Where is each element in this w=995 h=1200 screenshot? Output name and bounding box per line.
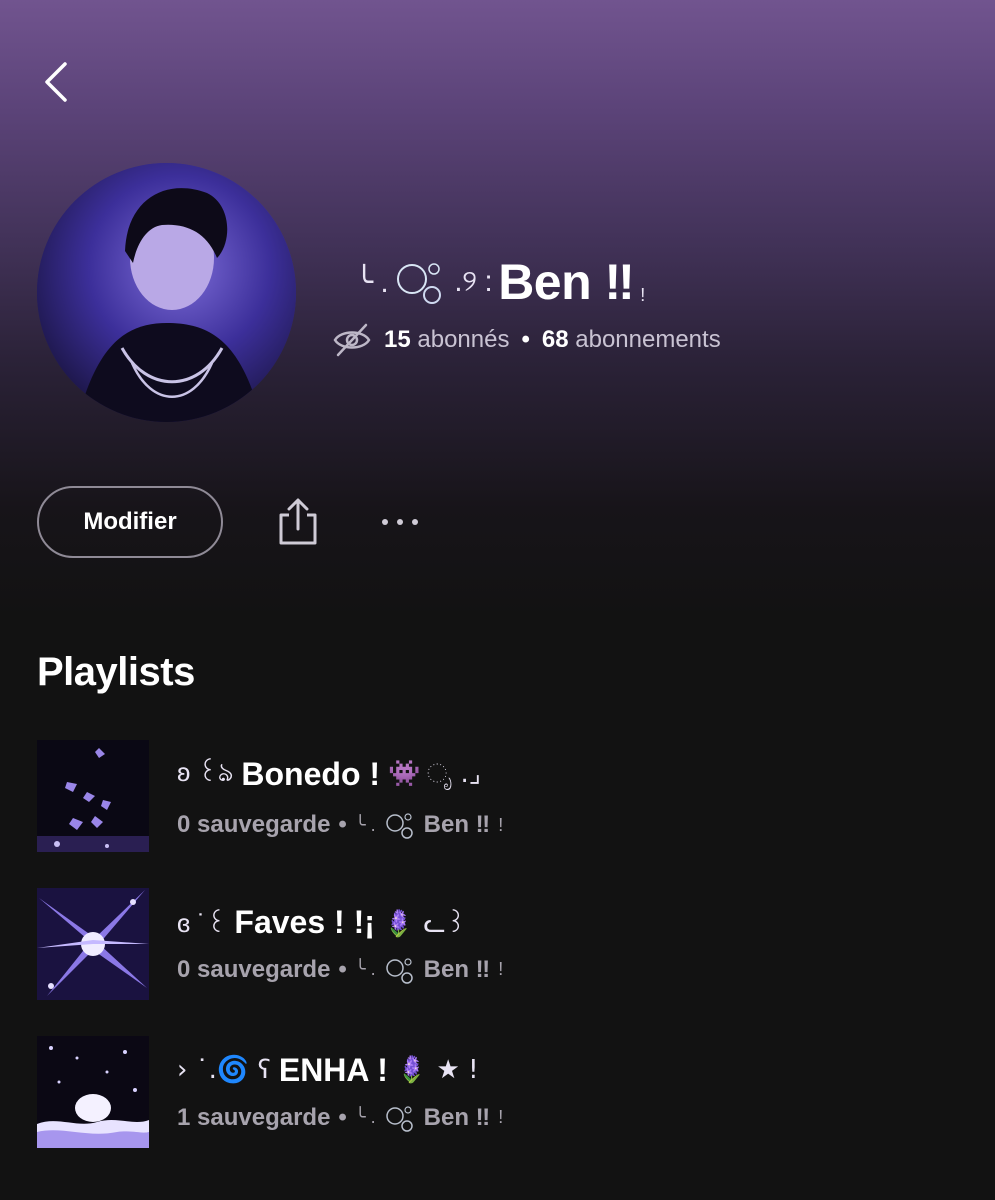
playlist-saves: 0 sauvegarde [177, 955, 331, 983]
playlist-title: Bonedo ! [241, 755, 381, 792]
playlist-title-prefix: › ˙.🌀 ʕ [177, 1055, 271, 1085]
playlist-title-suffix: 👾 ೃ .⌟ [388, 758, 481, 789]
playlist-saves: 0 sauvegarde [177, 811, 331, 838]
owner-prefix: ╰ . [354, 814, 376, 835]
stats-separator: • [521, 326, 530, 353]
playlist-title-suffix: 🪻 ᓚ꒱ [382, 909, 466, 939]
back-button[interactable] [36, 58, 76, 106]
playlist-sub-separator: • [338, 955, 347, 983]
profile-name: ╰ . .୨ : Ben ‼ ! [355, 250, 645, 314]
chevron-left-icon [45, 62, 67, 102]
profile-actions: Modifier [37, 486, 425, 558]
section-title: Playlists [37, 650, 195, 694]
bubbles-icon [384, 810, 416, 840]
profile-name-text: Ben ‼ [498, 254, 635, 310]
playlist-sub-separator: • [338, 1103, 347, 1131]
playlist-owner: Ben ‼ [423, 811, 491, 838]
avatar[interactable] [37, 163, 296, 422]
playlist-item[interactable]: ʚ ꒰ঌ Bonedo ! 👾 ೃ .⌟ 0 sauvegarde • ╰ . … [37, 740, 967, 852]
more-dots-icon[interactable] [375, 502, 425, 542]
followers-link[interactable]: 15 abonnés [384, 326, 509, 354]
name-decoration-prefix: ╰ . [355, 265, 389, 299]
share-icon [279, 498, 317, 545]
owner-prefix: ╰ . [354, 959, 376, 979]
bubbles-icon [384, 955, 416, 985]
playlist-title: Faves ! !¡ [234, 903, 375, 940]
playlist-title: ENHA ! [278, 1051, 388, 1088]
bubbles-icon [384, 1103, 416, 1133]
playlist-owner: Ben ‼ [423, 955, 491, 983]
owner-suffix: ! [498, 959, 504, 979]
following-link[interactable]: 68 abonnements [542, 326, 721, 354]
share-button[interactable] [273, 492, 323, 552]
avatar-photo [37, 163, 296, 422]
playlist-title-suffix: 🪻 ★ ! [395, 1055, 479, 1085]
playlist-cover [37, 740, 149, 852]
owner-suffix: ! [498, 814, 504, 835]
playlist-item[interactable]: › ˙.🌀 ʕ ENHA ! 🪻 ★ ! 1 sauvegarde • ╰ . … [37, 1036, 967, 1148]
eye-slash-icon[interactable] [332, 322, 372, 358]
following-count: 68 [541, 326, 569, 353]
bubbles-icon [394, 257, 448, 307]
playlist-item[interactable]: ɞ ˙꒰ Faves ! !¡ 🪻 ᓚ꒱ 0 sauvegarde • ╰ . … [37, 888, 967, 1000]
playlist-cover [37, 1036, 149, 1148]
owner-suffix: ! [498, 1107, 504, 1127]
owner-prefix: ╰ . [354, 1107, 376, 1127]
edit-profile-button[interactable]: Modifier [37, 486, 223, 558]
followers-count: 15 [384, 326, 411, 353]
playlist-list: ʚ ꒰ঌ Bonedo ! 👾 ೃ .⌟ 0 sauvegarde • ╰ . … [37, 740, 967, 1184]
profile-stats: 15 abonnés • 68 abonnements [332, 320, 721, 360]
playlist-title-prefix: ʚ ꒰ঌ [177, 757, 234, 787]
playlist-saves: 1 sauvegarde [177, 1103, 331, 1131]
name-decoration-swirl: .୨ : [454, 265, 493, 298]
playlist-owner: Ben ‼ [423, 1103, 491, 1131]
playlist-sub-separator: • [338, 811, 347, 838]
followers-label: abonnés [417, 326, 510, 353]
following-label: abonnements [575, 326, 721, 353]
playlist-title-prefix: ɞ ˙꒰ [177, 908, 227, 938]
name-decoration-suffix: ! [640, 285, 645, 305]
playlist-cover [37, 888, 149, 1000]
